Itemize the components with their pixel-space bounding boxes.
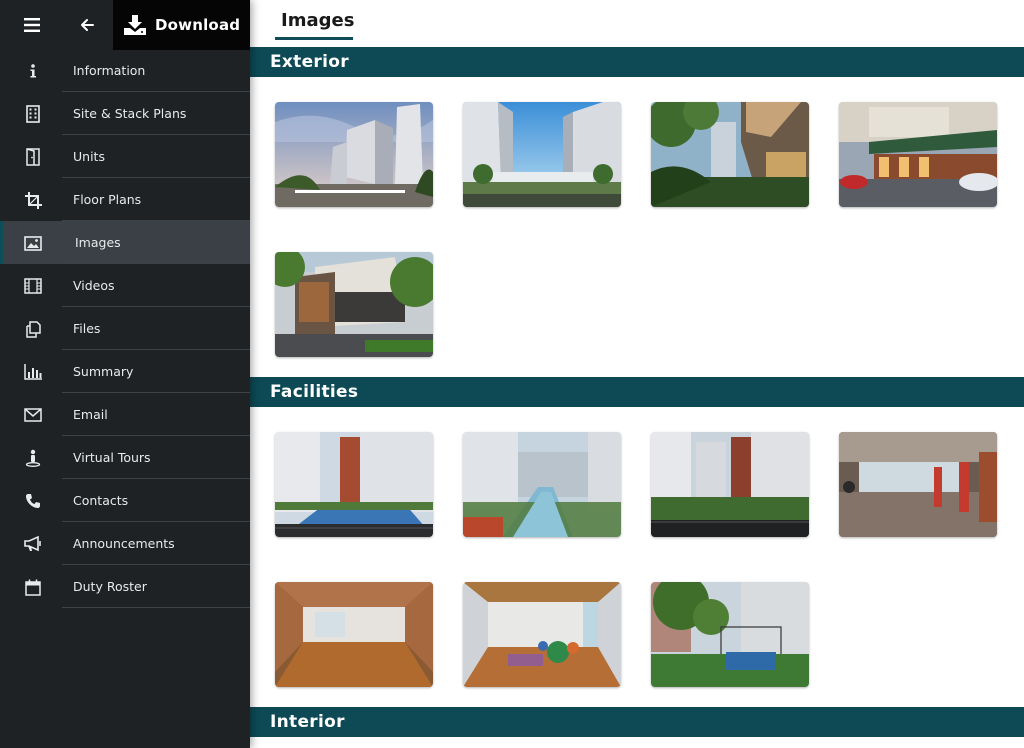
- gallery-thumbnail[interactable]: [651, 102, 809, 207]
- calendar-icon: [22, 576, 44, 598]
- sidebar-item-label: Images: [75, 235, 121, 250]
- sidebar-item-summary[interactable]: Summary: [0, 350, 250, 393]
- divider: [62, 607, 250, 608]
- sidebar-item-contacts[interactable]: Contacts: [0, 479, 250, 522]
- sidebar-item-label: Videos: [73, 278, 115, 293]
- back-button[interactable]: [70, 13, 104, 37]
- info-icon: [22, 60, 44, 82]
- gallery-thumbnail[interactable]: [839, 432, 997, 537]
- gallery-thumbnail[interactable]: [651, 432, 809, 537]
- sidebar-item-floor-plans[interactable]: Floor Plans: [0, 178, 250, 221]
- gallery-thumbnail[interactable]: [651, 582, 809, 687]
- sidebar-item-label: Information: [73, 63, 146, 78]
- arrow-left-icon: [80, 19, 94, 31]
- sidebar-item-videos[interactable]: Videos: [0, 264, 250, 307]
- sidebar-item-label: Units: [73, 149, 105, 164]
- sidebar-item-label: Summary: [73, 364, 134, 379]
- film-icon: [22, 275, 44, 297]
- section-header-interior: Interior: [250, 707, 1024, 737]
- sidebar-item-virtual-tours[interactable]: Virtual Tours: [0, 436, 250, 479]
- sidebar-item-label: Floor Plans: [73, 192, 142, 207]
- sidebar-nav: Information Site & Stack Plans Units Flo…: [0, 49, 250, 608]
- gallery-thumbnail[interactable]: [463, 582, 621, 687]
- download-icon: [123, 14, 147, 36]
- sidebar-item-duty-roster[interactable]: Duty Roster: [0, 565, 250, 608]
- megaphone-icon: [22, 533, 44, 555]
- app-root: Download Information Site & Stack Plans: [0, 0, 1024, 748]
- bar-chart-icon: [22, 361, 44, 383]
- door-icon: [22, 146, 44, 168]
- sidebar-item-email[interactable]: Email: [0, 393, 250, 436]
- files-icon: [22, 318, 44, 340]
- person-pin-icon: [22, 447, 44, 469]
- main-content: Images Exterior Facilities Interior: [250, 0, 1024, 748]
- gallery-thumbnail[interactable]: [463, 432, 621, 537]
- sidebar-topbar: Download: [0, 0, 250, 50]
- image-icon: [22, 232, 44, 254]
- sidebar-item-units[interactable]: Units: [0, 135, 250, 178]
- sidebar-item-label: Files: [73, 321, 101, 336]
- sidebar-item-label: Announcements: [73, 536, 175, 551]
- gallery-thumbnail[interactable]: [839, 102, 997, 207]
- gallery-thumbnail[interactable]: [275, 102, 433, 207]
- sidebar-item-files[interactable]: Files: [0, 307, 250, 350]
- section-header-facilities: Facilities: [250, 377, 1024, 407]
- sidebar-item-label: Email: [73, 407, 108, 422]
- sidebar-item-site-stack-plans[interactable]: Site & Stack Plans: [0, 92, 250, 135]
- menu-button[interactable]: [13, 13, 51, 37]
- page-title: Images: [281, 10, 355, 31]
- envelope-icon: [22, 404, 44, 426]
- page-title-underline: [275, 37, 353, 40]
- crop-icon: [22, 189, 44, 211]
- sidebar-item-announcements[interactable]: Announcements: [0, 522, 250, 565]
- download-label: Download: [155, 16, 241, 34]
- sidebar-item-label: Site & Stack Plans: [73, 106, 187, 121]
- sidebar-item-images[interactable]: Images: [0, 221, 250, 264]
- phone-icon: [22, 490, 44, 512]
- gallery-thumbnail[interactable]: [275, 432, 433, 537]
- gallery-thumbnail[interactable]: [463, 102, 621, 207]
- sidebar-item-label: Virtual Tours: [73, 450, 151, 465]
- sidebar-item-information[interactable]: Information: [0, 49, 250, 92]
- download-button[interactable]: Download: [113, 0, 250, 50]
- gallery-thumbnail[interactable]: [275, 582, 433, 687]
- sidebar: Download Information Site & Stack Plans: [0, 0, 250, 748]
- sidebar-item-label: Contacts: [73, 493, 129, 508]
- gallery-thumbnail[interactable]: [275, 252, 433, 357]
- hamburger-icon: [24, 18, 40, 32]
- building-icon: [22, 103, 44, 125]
- sidebar-item-label: Duty Roster: [73, 579, 147, 594]
- section-header-exterior: Exterior: [250, 47, 1024, 77]
